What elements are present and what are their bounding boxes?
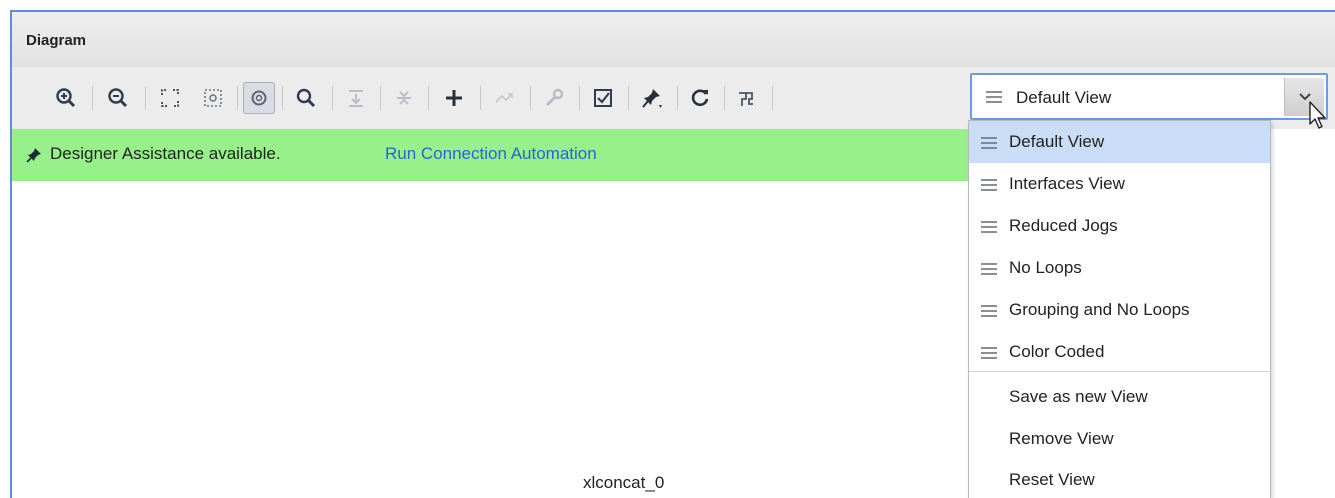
run-connection-automation-link[interactable]: Run Connection Automation bbox=[385, 144, 597, 164]
designer-assistance-banner: Designer Assistance available. Run Conne… bbox=[12, 129, 972, 181]
expand-all-icon bbox=[349, 90, 363, 107]
expand-all-button[interactable] bbox=[340, 82, 372, 114]
collapse-all-icon bbox=[397, 91, 411, 105]
view-list-icon bbox=[981, 179, 997, 191]
auto-fit-button[interactable] bbox=[243, 82, 275, 114]
route-icon bbox=[495, 93, 513, 103]
view-list-icon bbox=[986, 91, 1002, 103]
toolbar-separator bbox=[530, 86, 531, 110]
menu-item-no-loops[interactable]: No Loops bbox=[969, 247, 1270, 289]
toolbar-separator bbox=[772, 86, 773, 110]
regenerate-layout-button[interactable] bbox=[684, 82, 716, 114]
pin-icon bbox=[26, 148, 41, 163]
menu-item-label: Reduced Jogs bbox=[1009, 216, 1118, 235]
view-list-icon bbox=[981, 221, 997, 233]
auto-fit-icon bbox=[251, 90, 267, 106]
optimize-routing-button[interactable] bbox=[730, 82, 762, 114]
search-button[interactable] bbox=[290, 82, 322, 114]
menu-item-reset-view[interactable]: Reset View bbox=[969, 459, 1270, 498]
view-list-icon bbox=[981, 305, 997, 317]
view-list-icon bbox=[981, 347, 997, 359]
regenerate-layout-icon bbox=[691, 89, 709, 107]
menu-item-interfaces-view[interactable]: Interfaces View bbox=[969, 163, 1270, 205]
menu-item-label: Save as new View bbox=[1009, 387, 1148, 406]
zoom-out-icon bbox=[108, 88, 128, 108]
toolbar-separator bbox=[724, 86, 725, 110]
toolbar-separator bbox=[282, 86, 283, 110]
validate-design-icon bbox=[594, 89, 612, 107]
pin-button[interactable] bbox=[636, 82, 668, 114]
zoom-fit-button[interactable] bbox=[154, 82, 186, 114]
menu-item-color-coded[interactable]: Color Coded bbox=[969, 331, 1270, 373]
add-ip-button[interactable] bbox=[438, 82, 470, 114]
toolbar-separator bbox=[480, 86, 481, 110]
toolbar-separator bbox=[428, 86, 429, 110]
menu-item-label: Remove View bbox=[1009, 429, 1114, 448]
optimize-routing-icon bbox=[739, 92, 753, 106]
menu-item-label: Color Coded bbox=[1009, 342, 1105, 361]
menu-item-label: Default View bbox=[1009, 132, 1105, 151]
view-list-icon bbox=[981, 137, 997, 149]
menu-item-reduced-jogs[interactable]: Reduced Jogs bbox=[969, 205, 1270, 247]
view-select[interactable]: Default View bbox=[970, 73, 1328, 120]
validate-tools-icon bbox=[545, 88, 564, 107]
toolbar-separator bbox=[677, 86, 678, 110]
view-dropdown-menu: Default View Interfaces View Reduced Jog… bbox=[968, 120, 1271, 498]
toolbar-separator bbox=[380, 86, 381, 110]
route-button[interactable] bbox=[488, 82, 520, 114]
menu-item-label: No Loops bbox=[1009, 258, 1082, 277]
search-icon bbox=[296, 88, 316, 108]
zoom-area-button[interactable] bbox=[197, 82, 229, 114]
toolbar-separator bbox=[579, 86, 580, 110]
panel-title-bar: Diagram bbox=[12, 12, 1335, 67]
menu-item-label: Reset View bbox=[1009, 470, 1095, 489]
zoom-fit-icon bbox=[161, 89, 179, 107]
toolbar-separator bbox=[237, 86, 238, 110]
view-select-value: Default View bbox=[1016, 88, 1112, 107]
menu-item-label: Grouping and No Loops bbox=[1009, 300, 1190, 319]
collapse-all-button[interactable] bbox=[388, 82, 420, 114]
menu-separator bbox=[969, 371, 1270, 372]
toolbar-separator bbox=[92, 86, 93, 110]
block-label: xlconcat_0 bbox=[583, 473, 665, 492]
zoom-out-button[interactable] bbox=[102, 82, 134, 114]
pin-icon bbox=[642, 89, 662, 108]
zoom-in-icon bbox=[56, 88, 76, 108]
menu-item-save-as-new-view[interactable]: Save as new View bbox=[969, 376, 1270, 418]
toolbar-separator bbox=[332, 86, 333, 110]
menu-item-default-view[interactable]: Default View bbox=[969, 121, 1270, 163]
toolbar-separator bbox=[145, 86, 146, 110]
menu-item-label: Interfaces View bbox=[1009, 174, 1125, 193]
mouse-cursor-icon bbox=[1309, 101, 1326, 129]
zoom-area-icon bbox=[204, 89, 222, 107]
validate-design-button[interactable] bbox=[587, 82, 619, 114]
view-list-icon bbox=[981, 263, 997, 275]
toolbar-separator bbox=[628, 86, 629, 110]
menu-item-remove-view[interactable]: Remove View bbox=[969, 418, 1270, 460]
banner-message: Designer Assistance available. bbox=[50, 144, 281, 163]
panel-title: Diagram bbox=[26, 32, 87, 49]
menu-item-grouping-and-no-loops[interactable]: Grouping and No Loops bbox=[969, 289, 1270, 331]
add-ip-icon bbox=[446, 90, 462, 106]
tools-button[interactable] bbox=[538, 82, 570, 114]
zoom-in-button[interactable] bbox=[50, 82, 82, 114]
